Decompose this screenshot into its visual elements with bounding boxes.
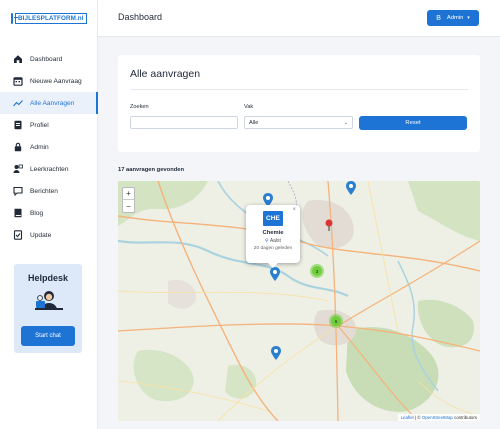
- cluster-count: 3: [312, 266, 322, 276]
- helpdesk-panel: Helpdesk Start chat: [14, 264, 82, 353]
- chevron-down-icon: ▾: [467, 15, 470, 21]
- map-zoom-control: + −: [122, 187, 135, 213]
- reset-button[interactable]: Reset: [359, 116, 467, 130]
- logo-book-icon: [11, 13, 13, 24]
- helpdesk-agent-icon: [32, 288, 66, 314]
- zoom-out-button[interactable]: −: [123, 200, 134, 212]
- attribution-suffix: contributors: [453, 415, 477, 420]
- sidebar-item-label: Nieuwe Aanvraag: [30, 78, 82, 85]
- subject-badge: CHE: [263, 211, 283, 226]
- popup-subject: Chemie: [246, 230, 300, 236]
- sidebar-item-label: Dashboard: [30, 56, 62, 63]
- map-marker[interactable]: [271, 346, 281, 360]
- map-cluster[interactable]: 6: [329, 314, 343, 328]
- logo-text: BIJLESPLATFORM.nl: [15, 13, 87, 24]
- sidebar-item-nieuwe-aanvraag[interactable]: Nieuwe Aanvraag: [0, 70, 98, 92]
- teacher-icon: [13, 164, 23, 174]
- popup-time: 20 dagen geleden: [246, 246, 300, 251]
- divider: [130, 89, 468, 90]
- sidebar-item-blog[interactable]: Blog: [0, 202, 98, 224]
- logo[interactable]: BIJLESPLATFORM.nl: [11, 10, 77, 26]
- sidebar-item-admin[interactable]: Admin: [0, 136, 98, 158]
- sidebar-item-label: Berichten: [30, 188, 58, 195]
- location-pin-icon: ⚲: [265, 238, 269, 244]
- search-input[interactable]: [130, 116, 238, 129]
- sidebar-item-label: Profiel: [30, 122, 49, 129]
- sidebar-item-leerkrachten[interactable]: Leerkrachten: [0, 158, 98, 180]
- user-initial-icon: B: [436, 15, 441, 22]
- popup-close-icon[interactable]: ×: [292, 207, 296, 213]
- profile-card-icon: [13, 120, 23, 130]
- top-header: Dashboard B Admin ▾: [98, 0, 500, 37]
- sidebar-item-alle-aanvragen[interactable]: Alle Aanvragen: [0, 92, 98, 114]
- chat-icon: [13, 186, 23, 196]
- calendar-icon: [13, 76, 23, 86]
- lock-icon: [13, 142, 23, 152]
- zoom-in-button[interactable]: +: [123, 188, 134, 200]
- sidebar-item-berichten[interactable]: Berichten: [0, 180, 98, 202]
- sidebar-item-label: Alle Aanvragen: [30, 100, 74, 107]
- popup-city: ⚲ Aalst: [246, 238, 300, 244]
- book-icon: [13, 208, 23, 218]
- map-marker[interactable]: [270, 267, 280, 281]
- home-icon: [13, 54, 23, 64]
- requests-filter-card: Alle aanvragen Zoeken Vak Alle ⌄ Reset: [118, 55, 480, 152]
- chart-line-icon: [13, 98, 23, 108]
- sidebar-item-update[interactable]: Update: [0, 224, 98, 246]
- results-count: 17 aanvragen gevonden: [118, 167, 184, 173]
- sidebar: BIJLESPLATFORM.nl Dashboard Nieuwe Aanvr…: [0, 0, 98, 429]
- search-label: Zoeken: [130, 104, 149, 110]
- subject-select-value: Alle: [249, 120, 258, 126]
- sidebar-item-label: Blog: [30, 210, 43, 217]
- admin-label: Admin: [447, 15, 463, 21]
- osm-link[interactable]: OpenStreetMap: [422, 415, 453, 420]
- leaflet-link[interactable]: Leaflet: [401, 415, 414, 420]
- sidebar-item-label: Update: [30, 232, 51, 239]
- popup-city-name: Aalst: [270, 238, 281, 244]
- update-icon: [13, 230, 23, 240]
- sidebar-item-profiel[interactable]: Profiel: [0, 114, 98, 136]
- chevron-down-icon: ⌄: [344, 120, 348, 126]
- start-chat-button[interactable]: Start chat: [21, 326, 75, 346]
- helpdesk-title: Helpdesk: [14, 273, 82, 283]
- admin-dropdown-button[interactable]: B Admin ▾: [427, 10, 479, 26]
- sidebar-item-label: Leerkrachten: [30, 166, 69, 173]
- sidebar-nav: Dashboard Nieuwe Aanvraag Alle Aanvragen…: [0, 48, 98, 246]
- attribution-separator: | ©: [414, 415, 422, 420]
- map-popup: × CHE Chemie ⚲ Aalst 20 dagen geleden: [246, 205, 300, 263]
- requests-map[interactable]: + − 3 6 × CHE Chemie ⚲ Aalst 20 dagen ge…: [118, 181, 480, 421]
- cluster-count: 6: [331, 316, 341, 326]
- map-marker[interactable]: [346, 181, 356, 195]
- map-pin-icon[interactable]: [325, 219, 333, 231]
- subject-label: Vak: [244, 104, 253, 110]
- map-attribution: Leaflet | © OpenStreetMap contributors: [398, 414, 480, 421]
- card-title: Alle aanvragen: [130, 68, 200, 80]
- sidebar-item-dashboard[interactable]: Dashboard: [0, 48, 98, 70]
- subject-select[interactable]: Alle ⌄: [244, 116, 353, 129]
- sidebar-item-label: Admin: [30, 144, 49, 151]
- page-title: Dashboard: [118, 12, 162, 22]
- map-cluster[interactable]: 3: [310, 264, 324, 278]
